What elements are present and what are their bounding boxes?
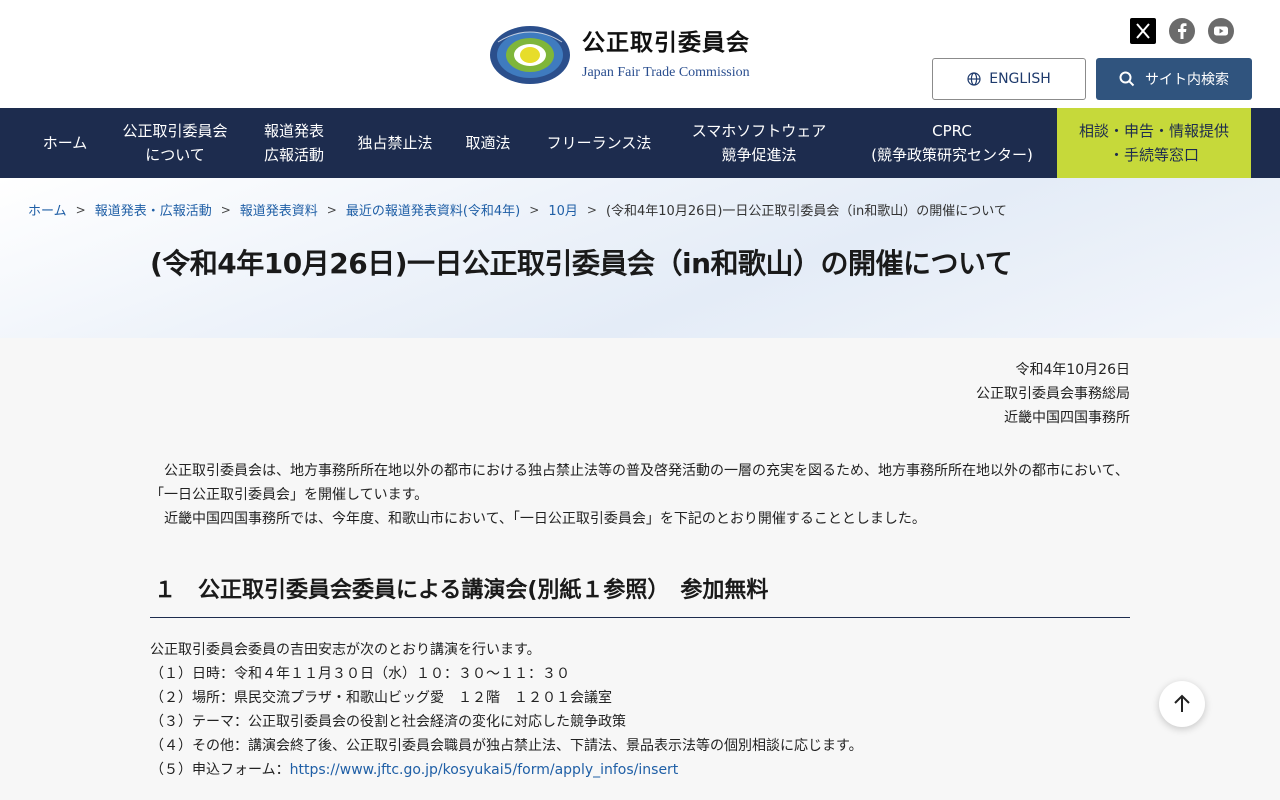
detail-venue: （２）場所：県民交流プラザ・和歌山ビッグ愛 １２階 １２０１会議室: [150, 690, 612, 706]
detail-theme: （３）テーマ：公正取引委員会の役割と社会経済の変化に対応した競争政策: [150, 714, 626, 730]
arrow-up-icon: [1174, 694, 1190, 712]
breadcrumb-separator: >: [529, 202, 540, 217]
nav-item-freelance[interactable]: フリーランス法: [530, 108, 668, 178]
english-label: ENGLISH: [989, 71, 1051, 87]
breadcrumb-press-materials[interactable]: 報道発表資料: [240, 200, 318, 219]
back-to-top-button[interactable]: [1159, 681, 1205, 727]
global-nav: ホーム 公正取引委員会 について 報道発表 広報活動 独占禁止法 取適法 フリー…: [0, 108, 1280, 178]
intro-paragraph: 近畿中国四国事務所では、今年度、和歌山市において、「一日公正取引委員会」を下記の…: [164, 511, 926, 527]
jftc-emblem-icon: [490, 26, 570, 84]
org-name-en: Japan Fair Trade Commission: [582, 65, 750, 80]
nav-item-home[interactable]: ホーム: [28, 108, 102, 178]
site-logo[interactable]: 公正取引委員会 Japan Fair Trade Commission: [488, 24, 750, 86]
english-button[interactable]: ENGLISH: [932, 58, 1086, 100]
breadcrumb-separator: >: [75, 202, 86, 217]
social-links: [1130, 18, 1234, 44]
nav-item-consultation[interactable]: 相談・申告・情報提供 ・手続等窓口: [1057, 108, 1251, 178]
issuer-regional-office: 近畿中国四国事務所: [1004, 410, 1130, 426]
breadcrumb: ホーム > 報道発表・広報活動 > 報道発表資料 > 最近の報道発表資料(令和4…: [28, 200, 1007, 220]
x-icon[interactable]: [1130, 18, 1156, 44]
page-title: (令和4年10月26日)一日公正取引委員会（in和歌山）の開催について: [150, 247, 1013, 280]
breadcrumb-separator: >: [326, 202, 337, 217]
release-meta: 令和4年10月26日 公正取引委員会事務総局 近畿中国四国事務所: [976, 358, 1130, 430]
search-icon: [1119, 71, 1135, 87]
youtube-icon[interactable]: [1208, 18, 1234, 44]
intro-text: 公正取引委員会は、地方事務所所在地以外の都市における独占禁止法等の普及啓発活動の…: [150, 459, 1130, 531]
section-heading: １ 公正取引委員会委員による講演会(別紙１参照） 参加無料: [150, 574, 1130, 618]
org-name-jp: 公正取引委員会: [582, 30, 750, 56]
site-header: 公正取引委員会 Japan Fair Trade Commission ENGL…: [0, 0, 1280, 108]
detail-datetime: （１）日時：令和４年１１月３０日（水）１０：３０～１１：３０: [150, 666, 570, 682]
application-form-link[interactable]: https://www.jftc.go.jp/kosyukai5/form/ap…: [290, 762, 679, 778]
breadcrumb-press[interactable]: 報道発表・広報活動: [95, 200, 212, 219]
nav-item-smartphone[interactable]: スマホソフトウェア 競争促進法: [672, 108, 846, 178]
nav-item-press[interactable]: 報道発表 広報活動: [248, 108, 340, 178]
globe-icon: [967, 72, 981, 86]
breadcrumb-october[interactable]: 10月: [548, 200, 578, 219]
breadcrumb-separator: >: [220, 202, 231, 217]
breadcrumb-home[interactable]: ホーム: [28, 200, 67, 219]
detail-other: （４）その他：講演会終了後、公正取引委員会職員が独占禁止法、下請法、景品表示法等…: [150, 738, 863, 754]
breadcrumb-recent[interactable]: 最近の報道発表資料(令和4年): [346, 200, 520, 219]
issuer-general-secretariat: 公正取引委員会事務総局: [976, 386, 1130, 402]
nav-item-cprc[interactable]: CPRC (競争政策研究センター): [850, 108, 1054, 178]
facebook-icon[interactable]: [1169, 18, 1195, 44]
nav-item-about[interactable]: 公正取引委員会 について: [106, 108, 244, 178]
lecture-details: 公正取引委員会委員の吉田安志が次のとおり講演を行います。 （１）日時：令和４年１…: [150, 638, 1130, 782]
detail-application: （５）申込フォーム：https://www.jftc.go.jp/kosyuka…: [150, 758, 1130, 782]
breadcrumb-current: (令和4年10月26日)一日公正取引委員会（in和歌山）の開催について: [605, 204, 1007, 219]
release-date: 令和4年10月26日: [1015, 362, 1130, 378]
intro-paragraph: 公正取引委員会は、地方事務所所在地以外の都市における独占禁止法等の普及啓発活動の…: [150, 463, 1129, 503]
nav-item-antimonopoly[interactable]: 独占禁止法: [344, 108, 446, 178]
application-label: （５）申込フォーム：: [150, 762, 290, 778]
nav-item-subcontract[interactable]: 取適法: [450, 108, 526, 178]
site-search-button[interactable]: サイト内検索: [1096, 58, 1252, 100]
search-label: サイト内検索: [1145, 72, 1229, 88]
lecture-intro: 公正取引委員会委員の吉田安志が次のとおり講演を行います。: [150, 642, 541, 658]
breadcrumb-separator: >: [586, 202, 597, 217]
page-header-banner: ホーム > 報道発表・広報活動 > 報道発表資料 > 最近の報道発表資料(令和4…: [0, 178, 1280, 338]
